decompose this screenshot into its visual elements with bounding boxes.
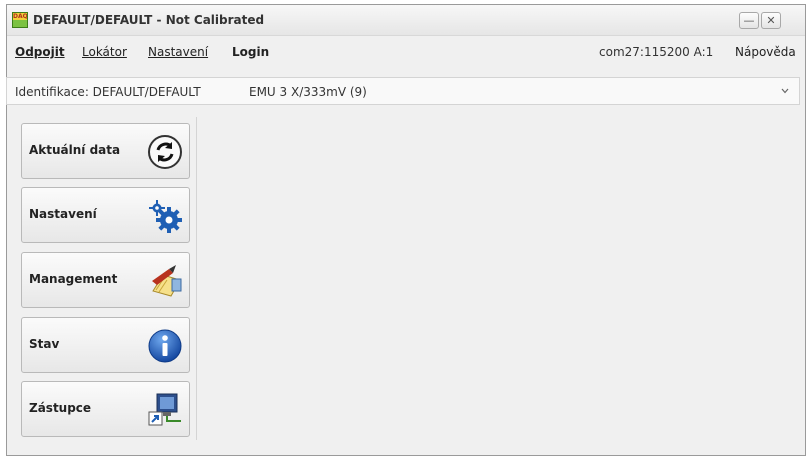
connection-status: com27:115200 A:1: [599, 45, 714, 59]
menu-lokator-label: Lokátor: [82, 45, 127, 59]
close-button[interactable]: ✕: [761, 12, 781, 29]
refresh-icon: [148, 135, 182, 169]
menu-lokator[interactable]: Lokátor: [82, 45, 127, 59]
menu-login[interactable]: Login: [232, 45, 269, 59]
menu-nastaveni[interactable]: Nastavení: [148, 45, 208, 59]
identification-dropdown[interactable]: Identifikace: DEFAULT/DEFAULT EMU 3 X/33…: [6, 77, 800, 105]
nav-stav-button[interactable]: Stav: [21, 317, 190, 373]
nav-nastaveni-button[interactable]: Nastavení: [21, 187, 190, 243]
management-icon: [152, 265, 182, 297]
menu-nastaveni-label: Nastavení: [148, 45, 209, 59]
nav-label: Management: [29, 272, 118, 286]
nav-zastupce-button[interactable]: Zástupce: [21, 381, 190, 437]
menu-bar: Odpojit Lokátor Nastavení Login com27:11…: [7, 36, 805, 63]
window-title: DEFAULT/DEFAULT - Not Calibrated: [33, 13, 265, 27]
info-icon: [148, 329, 182, 363]
gears-icon: [149, 200, 182, 233]
app-icon: DAQ: [12, 12, 28, 28]
shortcut-icon: [148, 393, 181, 426]
nav-label: Zástupce: [29, 401, 92, 415]
nav-aktualni-data-button[interactable]: Aktuální data: [21, 123, 190, 179]
minimize-button[interactable]: —: [739, 12, 759, 29]
title-bar[interactable]: DAQ DEFAULT/DEFAULT - Not Calibrated — ✕: [7, 5, 805, 36]
menu-odpojit[interactable]: Odpojit: [15, 45, 65, 59]
menu-help[interactable]: Nápověda: [735, 45, 796, 59]
nav-label: Aktuální data: [29, 143, 121, 157]
nav-management-button[interactable]: Management: [21, 252, 190, 308]
nav-label: Stav: [29, 337, 60, 351]
device-name: EMU 3 X/333mV (9): [249, 85, 367, 99]
identification-label: Identifikace: DEFAULT/DEFAULT: [15, 85, 201, 99]
chevron-down-icon: [781, 88, 789, 94]
nav-label: Nastavení: [29, 207, 97, 221]
